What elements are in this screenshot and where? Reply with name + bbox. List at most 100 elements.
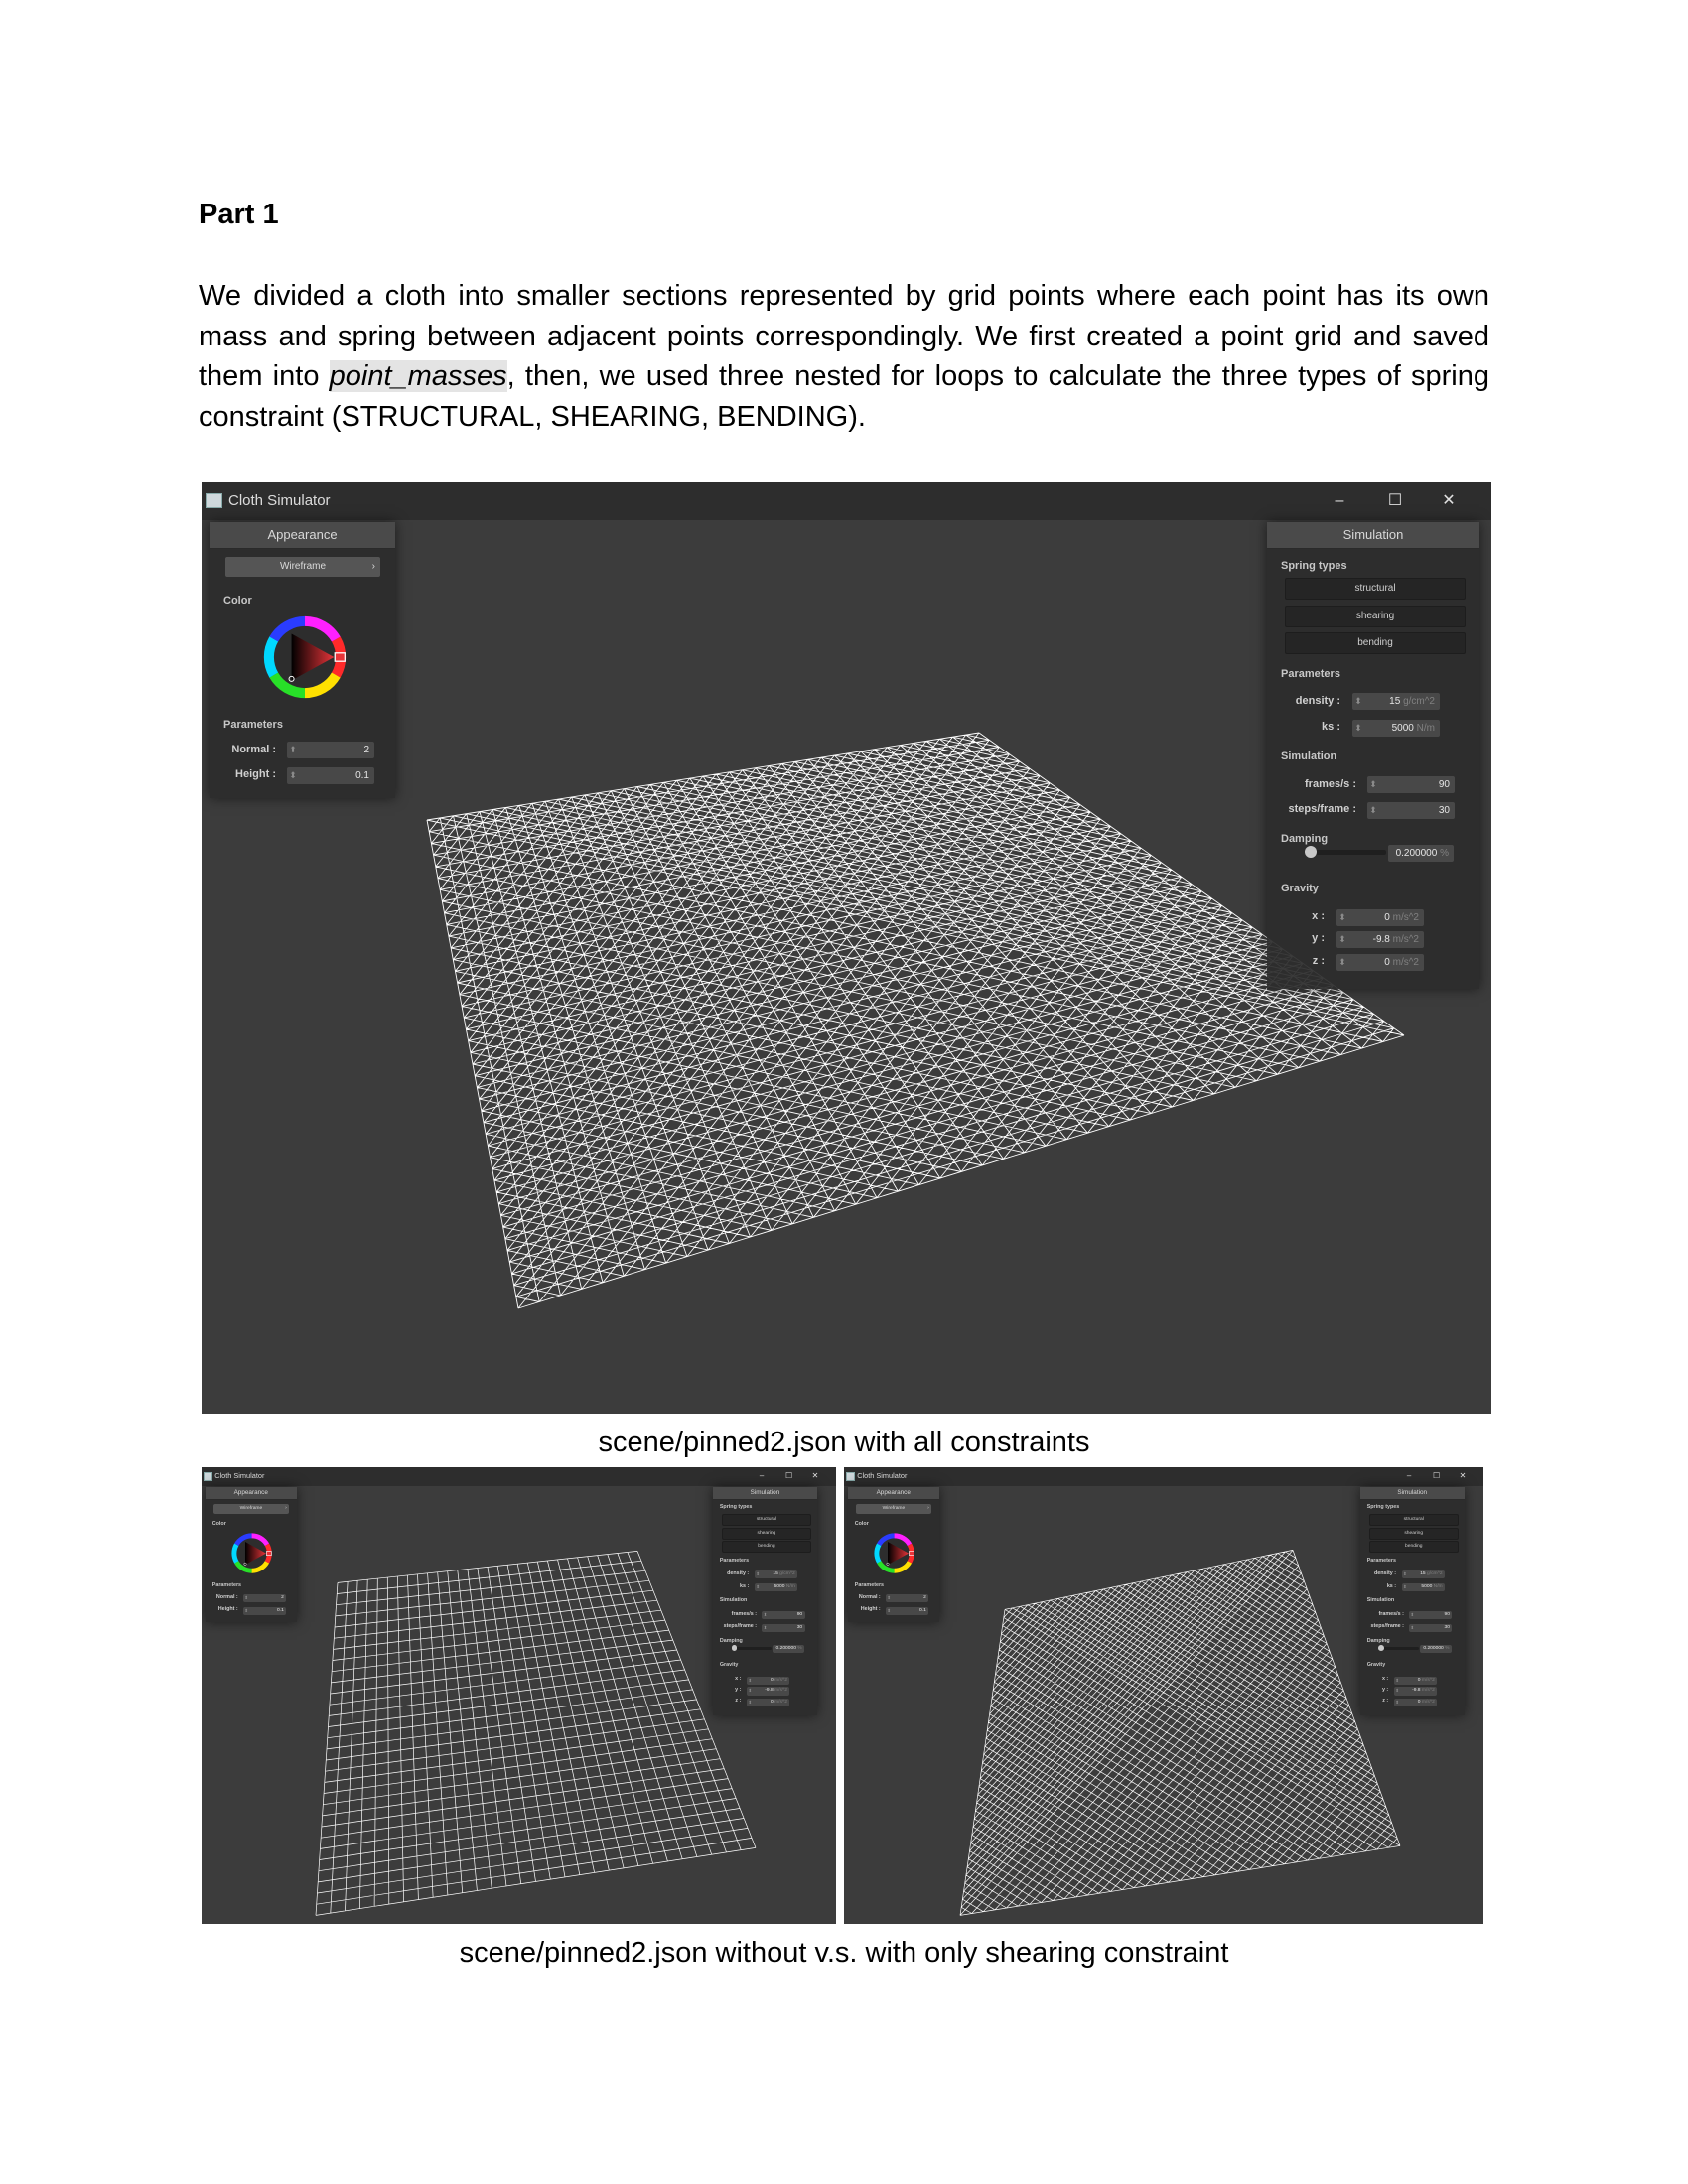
maximize-icon[interactable]: ☐ xyxy=(782,1467,795,1486)
color-wheel-icon[interactable] xyxy=(263,615,347,699)
spinner-icon[interactable]: ⬍ xyxy=(756,1570,760,1578)
render-mode-dropdown[interactable]: Wireframe › xyxy=(855,1503,932,1514)
minimize-icon[interactable]: – xyxy=(1403,1467,1416,1486)
spinner-icon[interactable]: ⬍ xyxy=(289,742,297,758)
gravity-y-input[interactable]: ⬍ -9.8 m/s^2 xyxy=(747,1687,790,1696)
gravity-label: Gravity xyxy=(1366,1662,1386,1669)
gravity-y-input[interactable]: ⬍ -9.8 m/s^2 xyxy=(1394,1687,1438,1696)
structural-button[interactable]: structural xyxy=(1285,578,1466,600)
density-input[interactable]: ⬍ 15 g/cm^2 xyxy=(755,1570,798,1579)
spinner-icon[interactable]: ⬍ xyxy=(764,1611,768,1619)
frames-per-second-input[interactable]: ⬍ 90 xyxy=(1367,776,1455,793)
appearance-panel: Appearance Wireframe › Color Parameters … xyxy=(210,522,395,798)
frames-per-second-input[interactable]: ⬍ 90 xyxy=(1409,1611,1453,1620)
bending-button[interactable]: bending xyxy=(1285,632,1466,654)
steps-per-frame-input[interactable]: ⬍ 30 xyxy=(1409,1623,1453,1633)
spinner-icon[interactable]: ⬍ xyxy=(764,1624,768,1632)
minimize-icon[interactable]: – xyxy=(756,1467,769,1486)
damping-slider-handle[interactable] xyxy=(731,1645,738,1652)
ks-input[interactable]: ⬍ 5000 N/m xyxy=(755,1583,798,1592)
damping-input[interactable]: 0.200000 % xyxy=(1388,845,1454,862)
damping-slider[interactable] xyxy=(1379,1647,1419,1650)
gravity-z-value: 0 xyxy=(1417,1699,1421,1705)
ks-input[interactable]: ⬍ 5000 N/m xyxy=(1401,1583,1446,1592)
code-term-point-masses: point_masses xyxy=(329,360,507,392)
height-value: 0.1 xyxy=(918,1607,926,1613)
spinner-icon[interactable]: ⬍ xyxy=(887,1594,891,1602)
gravity-x-input[interactable]: ⬍ 0 m/s^2 xyxy=(1336,909,1424,926)
maximize-icon[interactable]: ☐ xyxy=(1430,1467,1443,1486)
maximize-icon[interactable]: ☐ xyxy=(1382,482,1408,520)
spinner-icon[interactable]: ⬍ xyxy=(1354,720,1362,737)
shearing-button[interactable]: shearing xyxy=(1285,606,1466,627)
spinner-icon[interactable]: ⬍ xyxy=(1410,1611,1414,1619)
spinner-icon[interactable]: ⬍ xyxy=(1338,931,1346,948)
color-wheel-icon[interactable] xyxy=(874,1533,915,1573)
density-input[interactable]: ⬍ 15 g/cm^2 xyxy=(1352,693,1440,710)
spinner-icon[interactable]: ⬍ xyxy=(748,1687,752,1695)
normal-input[interactable]: ⬍ 2 xyxy=(243,1593,287,1603)
damping-slider-handle[interactable] xyxy=(1378,1645,1385,1652)
spinner-icon[interactable]: ⬍ xyxy=(1410,1624,1414,1632)
spinner-icon[interactable]: ⬍ xyxy=(1338,954,1346,971)
normal-input[interactable]: ⬍ 2 xyxy=(287,742,374,758)
spinner-icon[interactable]: ⬍ xyxy=(1395,1699,1399,1706)
steps-per-frame-input[interactable]: ⬍ 30 xyxy=(1367,802,1455,819)
gravity-x-input[interactable]: ⬍ 0 m/s^2 xyxy=(747,1676,790,1686)
spinner-icon[interactable]: ⬍ xyxy=(1395,1677,1399,1685)
spinner-icon[interactable]: ⬍ xyxy=(1403,1570,1407,1578)
height-input[interactable]: ⬍ 0.1 xyxy=(287,767,374,784)
simulation-panel: Simulation Spring types structural shear… xyxy=(1267,522,1479,989)
spinner-icon[interactable]: ⬍ xyxy=(289,767,297,784)
damping-unit: % xyxy=(1445,1645,1450,1651)
density-value: 15 xyxy=(1389,696,1401,707)
gravity-z-input[interactable]: ⬍ 0 m/s^2 xyxy=(747,1698,790,1707)
damping-input[interactable]: 0.200000 % xyxy=(1419,1644,1452,1654)
structural-button[interactable]: structural xyxy=(1368,1514,1459,1526)
shearing-button[interactable]: shearing xyxy=(721,1527,811,1540)
appearance-title: Appearance xyxy=(847,1486,939,1501)
gravity-y-input[interactable]: ⬍ -9.8 m/s^2 xyxy=(1336,931,1424,948)
appearance-title: Appearance xyxy=(205,1486,297,1501)
spinner-icon[interactable]: ⬍ xyxy=(1338,909,1346,926)
normal-input[interactable]: ⬍ 2 xyxy=(886,1593,929,1603)
height-input[interactable]: ⬍ 0.1 xyxy=(886,1606,929,1615)
spinner-icon[interactable]: ⬍ xyxy=(1369,776,1377,793)
damping-input[interactable]: 0.200000 % xyxy=(772,1644,805,1654)
spinner-icon[interactable]: ⬍ xyxy=(887,1607,891,1615)
spinner-icon[interactable]: ⬍ xyxy=(1354,693,1362,710)
simulation-title: Simulation xyxy=(712,1486,817,1501)
render-mode-dropdown[interactable]: Wireframe › xyxy=(212,1503,290,1514)
spinner-icon[interactable]: ⬍ xyxy=(244,1607,248,1615)
damping-slider-handle[interactable] xyxy=(1305,846,1317,858)
shearing-button[interactable]: shearing xyxy=(1368,1527,1459,1540)
ks-input[interactable]: ⬍ 5000 N/m xyxy=(1352,720,1440,737)
color-wheel-icon[interactable] xyxy=(231,1533,273,1573)
render-mode-dropdown[interactable]: Wireframe › xyxy=(225,557,380,577)
gravity-x-input[interactable]: ⬍ 0 m/s^2 xyxy=(1394,1676,1438,1686)
bending-button[interactable]: bending xyxy=(721,1540,811,1553)
frames-per-second-input[interactable]: ⬍ 90 xyxy=(762,1611,805,1620)
minimize-icon[interactable]: – xyxy=(1327,482,1352,520)
close-icon[interactable]: ✕ xyxy=(809,1467,822,1486)
bending-button[interactable]: bending xyxy=(1368,1540,1459,1553)
height-input[interactable]: ⬍ 0.1 xyxy=(243,1606,287,1615)
structural-button[interactable]: structural xyxy=(721,1514,811,1526)
gravity-y-label: y : xyxy=(1381,1686,1389,1693)
spinner-icon[interactable]: ⬍ xyxy=(1369,802,1377,819)
density-input[interactable]: ⬍ 15 g/cm^2 xyxy=(1401,1570,1446,1579)
spinner-icon[interactable]: ⬍ xyxy=(1395,1687,1399,1695)
spinner-icon[interactable]: ⬍ xyxy=(244,1594,248,1602)
gravity-z-input[interactable]: ⬍ 0 m/s^2 xyxy=(1394,1698,1438,1707)
spinner-icon[interactable]: ⬍ xyxy=(748,1677,752,1685)
frames-per-second-value: 90 xyxy=(1438,779,1450,790)
gravity-z-input[interactable]: ⬍ 0 m/s^2 xyxy=(1336,954,1424,971)
steps-per-frame-input[interactable]: ⬍ 30 xyxy=(762,1623,805,1633)
damping-slider[interactable] xyxy=(1307,850,1386,855)
spinner-icon[interactable]: ⬍ xyxy=(756,1583,760,1591)
damping-slider[interactable] xyxy=(732,1647,772,1650)
close-icon[interactable]: ✕ xyxy=(1457,1467,1470,1486)
spinner-icon[interactable]: ⬍ xyxy=(1403,1583,1407,1591)
spinner-icon[interactable]: ⬍ xyxy=(748,1699,752,1706)
close-icon[interactable]: ✕ xyxy=(1436,482,1462,520)
